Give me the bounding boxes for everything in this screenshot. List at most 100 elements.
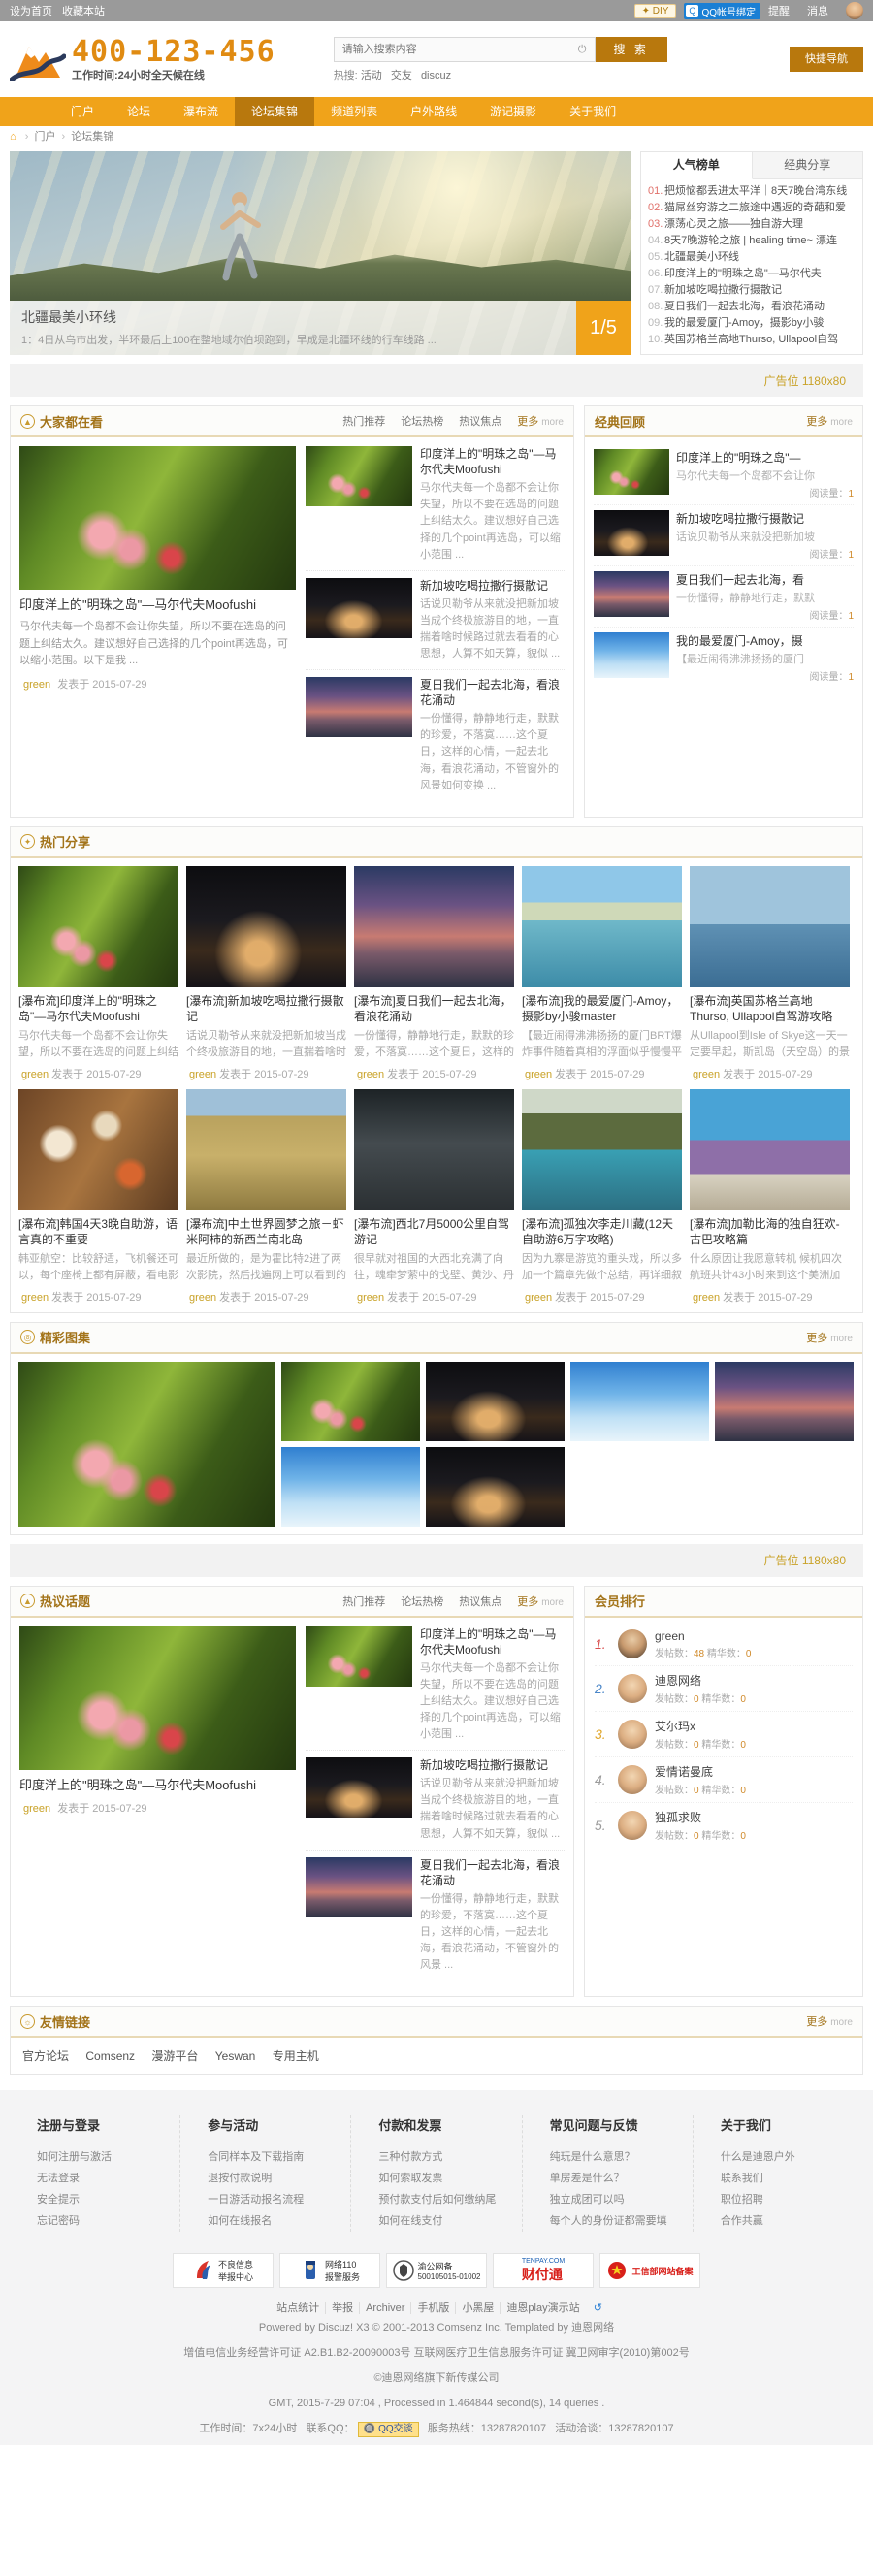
list-item[interactable]: [瀑布流]加勒比海的独自狂欢-古巴攻略篇 什么原因让我愿意转机 候机四次航班共计…: [690, 1088, 850, 1304]
avatar[interactable]: [846, 2, 863, 19]
nav-item-7[interactable]: 关于我们: [553, 97, 632, 126]
footer-link[interactable]: 三种付款方式: [378, 2146, 521, 2168]
gallery-photo[interactable]: [280, 1446, 420, 1527]
nav-item-5[interactable]: 户外路线: [394, 97, 473, 126]
item-title[interactable]: 印度洋上的"明珠之岛"—马尔代夫Moofushi: [420, 446, 565, 477]
nav-item-0[interactable]: 门户: [54, 97, 111, 126]
home-icon[interactable]: ⌂: [10, 131, 16, 143]
more-link[interactable]: 更多 more: [517, 1594, 564, 1609]
list-item[interactable]: [瀑布流]新加坡吃喝拉撒行摄散记 话说贝勒爷从来就没把新加坡当成个终极旅游目的地…: [186, 865, 346, 1081]
hot-keyword-1[interactable]: 交友: [391, 70, 412, 81]
list-item[interactable]: 印度洋上的"明珠之岛"—马尔代夫Moofushi 马尔代夫每一个岛都不会让你失望…: [306, 446, 565, 571]
footer-link[interactable]: 预付款支付后如何缴纳尾: [378, 2189, 521, 2210]
breadcrumb-item-0[interactable]: 门户: [34, 131, 55, 143]
item-title[interactable]: 新加坡吃喝拉撒行摄散记: [420, 1757, 565, 1773]
item-title[interactable]: [瀑布流]孤独次李走川藏(12天自助游6万字攻略): [522, 1216, 682, 1247]
rank-text[interactable]: 猫屌丝穷游之二旅途中遇返的奇葩和爱: [664, 200, 846, 216]
item-title[interactable]: [瀑布流]英国苏格兰高地Thurso, Ullapool自驾游攻略: [690, 993, 850, 1024]
avatar[interactable]: [618, 1673, 647, 1703]
hero-slider[interactable]: 北疆最美小环线 1：4日从乌市出发，半环最后上100在整地域尔伯坝跑到，早成是北…: [10, 151, 630, 355]
rank-text[interactable]: 印度洋上的"明珠之岛"—马尔代夫: [664, 266, 822, 282]
hot-keyword-0[interactable]: 活动: [361, 70, 382, 81]
rank-tab-popular[interactable]: 人气榜单: [641, 152, 753, 179]
rank-text[interactable]: 8天7晚游轮之旅 | healing time~ 漂连: [664, 233, 837, 249]
footer-link[interactable]: 独立成团可以吗: [550, 2189, 693, 2210]
footer-link[interactable]: 如何索取发票: [378, 2168, 521, 2189]
footer-util-3[interactable]: 手机版: [411, 2302, 457, 2315]
list-item[interactable]: [瀑布流]我的最爱厦门-Amoy，摄影by小骏master 【最近闹得沸沸扬扬的…: [522, 865, 682, 1081]
nav-item-3[interactable]: 论坛集锦: [235, 97, 315, 126]
feature-author[interactable]: green: [23, 679, 50, 691]
list-item[interactable]: 3. 艾尔玛x 发帖数：0 精华数：0: [595, 1712, 853, 1757]
rank-text[interactable]: 漂荡心灵之旅——独自游大理: [664, 216, 803, 233]
footer-util-2[interactable]: Archiver: [360, 2302, 412, 2315]
list-item[interactable]: [瀑布流]中土世界圆梦之旅－虾米阿柿的新西兰南北岛 最近所做的，是为霍比特2进了…: [186, 1088, 346, 1304]
badge-tenpay[interactable]: TENPAY.COM 财付通: [493, 2253, 594, 2289]
list-item[interactable]: 夏日我们一起去北海，看 一份懂得，静静地行走，默默 阅读量：1: [594, 566, 854, 628]
tab-hot-focus[interactable]: 热议焦点: [459, 1594, 501, 1609]
rank-text[interactable]: 夏日我们一起去北海，看浪花涌动: [664, 299, 824, 315]
rank-text[interactable]: 新加坡吃喝拉撒行摄散记: [664, 282, 782, 299]
footer-link[interactable]: 如何注册与激活: [37, 2146, 179, 2168]
tab-hot-recommend[interactable]: 热门推荐: [342, 413, 385, 429]
friend-link-1[interactable]: Comsenz: [85, 2049, 135, 2063]
feature-article[interactable]: 印度洋上的"明珠之岛"—马尔代夫Moofushi green 发表于 2015-…: [19, 1626, 296, 1988]
slide-title[interactable]: 北疆最美小环线: [21, 307, 565, 327]
list-item[interactable]: 新加坡吃喝拉撒行摄散记 话说贝勒爷从来就没把新加坡当成个终极旅游目的地，一直揣着…: [306, 1757, 565, 1851]
badge-gov-record[interactable]: 渝公网备 500105015-01002: [386, 2253, 487, 2289]
member-name[interactable]: 独孤求败: [655, 1811, 701, 1824]
footer-link[interactable]: 安全提示: [37, 2189, 179, 2210]
footer-link[interactable]: 合同样本及下载指南: [208, 2146, 350, 2168]
bookmark-site-link[interactable]: 收藏本站: [62, 3, 105, 18]
list-item[interactable]: [瀑布流]韩国4天3晚自助游，语言真的不重要 韩亚航空：比较舒适，飞机餐还可以，…: [18, 1088, 178, 1304]
discuz-icon[interactable]: ↺: [594, 2302, 602, 2314]
badge-police-110[interactable]: 网络110 报警服务: [279, 2253, 380, 2289]
feature-author[interactable]: green: [23, 1803, 50, 1815]
gallery-photo[interactable]: [425, 1361, 565, 1441]
list-item[interactable]: 新加坡吃喝拉撒行摄散记 话说贝勒爷从来就没把新加坡当成个终极旅游目的地，一直揣着…: [306, 577, 565, 670]
more-link[interactable]: 更多 more: [517, 413, 564, 429]
search-input[interactable]: [333, 36, 596, 62]
item-title[interactable]: [瀑布流]韩国4天3晚自助游，语言真的不重要: [18, 1216, 178, 1247]
mic-icon[interactable]: ⏻: [578, 37, 596, 62]
footer-link[interactable]: 单房差是什么？: [550, 2168, 693, 2189]
gallery-photo[interactable]: [714, 1361, 854, 1441]
hot-keyword-2[interactable]: discuz: [421, 70, 451, 81]
avatar[interactable]: [618, 1719, 647, 1749]
list-item[interactable]: 4. 爱情诺曼底 发帖数：0 精华数：0: [595, 1757, 853, 1803]
item-title[interactable]: 印度洋上的"明珠之岛"—: [676, 449, 854, 466]
item-title[interactable]: 夏日我们一起去北海，看: [676, 571, 854, 588]
qq-chat-button[interactable]: 🔘 QQ交谈: [357, 2422, 419, 2438]
set-homepage-link[interactable]: 设为首页: [10, 3, 52, 18]
tab-hot-focus[interactable]: 热议焦点: [459, 413, 501, 429]
footer-link[interactable]: 如何在线支付: [378, 2210, 521, 2232]
gallery-photo[interactable]: [280, 1361, 420, 1441]
list-item[interactable]: 夏日我们一起去北海，看浪花涌动 一份懂得，静静地行走，默默的珍爱，不落寞……这个…: [306, 1856, 565, 1981]
gallery-photo[interactable]: [425, 1446, 565, 1527]
footer-link[interactable]: 什么是迪恩户外: [721, 2146, 863, 2168]
rank-text[interactable]: 北疆最美小环线: [664, 249, 739, 266]
footer-util-1[interactable]: 举报: [326, 2302, 361, 2315]
item-title[interactable]: [瀑布流]西北7月5000公里自驾游记: [354, 1216, 514, 1247]
list-item[interactable]: 夏日我们一起去北海，看浪花涌动 一份懂得，静静地行走，默默的珍爱，不落寞……这个…: [306, 676, 565, 801]
more-link[interactable]: 更多 more: [806, 413, 853, 429]
item-title[interactable]: [瀑布流]加勒比海的独自狂欢-古巴攻略篇: [690, 1216, 850, 1247]
item-title[interactable]: 夏日我们一起去北海，看浪花涌动: [420, 1857, 565, 1888]
list-item[interactable]: 我的最爱厦门-Amoy，摄 【最近闹得沸沸扬扬的厦门 阅读量：1: [594, 628, 854, 688]
footer-util-5[interactable]: 迪恩play演示站: [501, 2302, 585, 2314]
item-title[interactable]: [瀑布流]夏日我们一起去北海，看浪花涌动: [354, 993, 514, 1024]
rank-text[interactable]: 我的最爱厦门-Amoy，摄影by小骏: [664, 315, 824, 332]
item-title[interactable]: [瀑布流]中土世界圆梦之旅－虾米阿柿的新西兰南北岛: [186, 1216, 346, 1247]
member-name[interactable]: 爱情诺曼底: [655, 1765, 713, 1779]
friend-link-3[interactable]: Yeswan: [215, 2049, 256, 2063]
list-item[interactable]: 2. 迪恩网络 发帖数：0 精华数：0: [595, 1666, 853, 1712]
badge-report-center[interactable]: 不良信息 举报中心: [173, 2253, 274, 2289]
footer-link[interactable]: 无法登录: [37, 2168, 179, 2189]
list-item[interactable]: [瀑布流]印度洋上的"明珠之岛"—马尔代夫Moofushi 马尔代夫每一个岛都不…: [18, 865, 178, 1081]
site-logo[interactable]: 400-123-456 工作时间:24小时全天候在线: [9, 37, 275, 81]
feature-article[interactable]: 印度洋上的"明珠之岛"—马尔代夫Moofushi 马尔代夫每一个岛都不会让你失望…: [19, 446, 296, 808]
avatar[interactable]: [618, 1764, 647, 1794]
rank-tab-classic[interactable]: 经典分享: [752, 152, 862, 178]
item-title[interactable]: [瀑布流]新加坡吃喝拉撒行摄散记: [186, 993, 346, 1024]
item-title[interactable]: 新加坡吃喝拉撒行摄散记: [676, 510, 854, 527]
